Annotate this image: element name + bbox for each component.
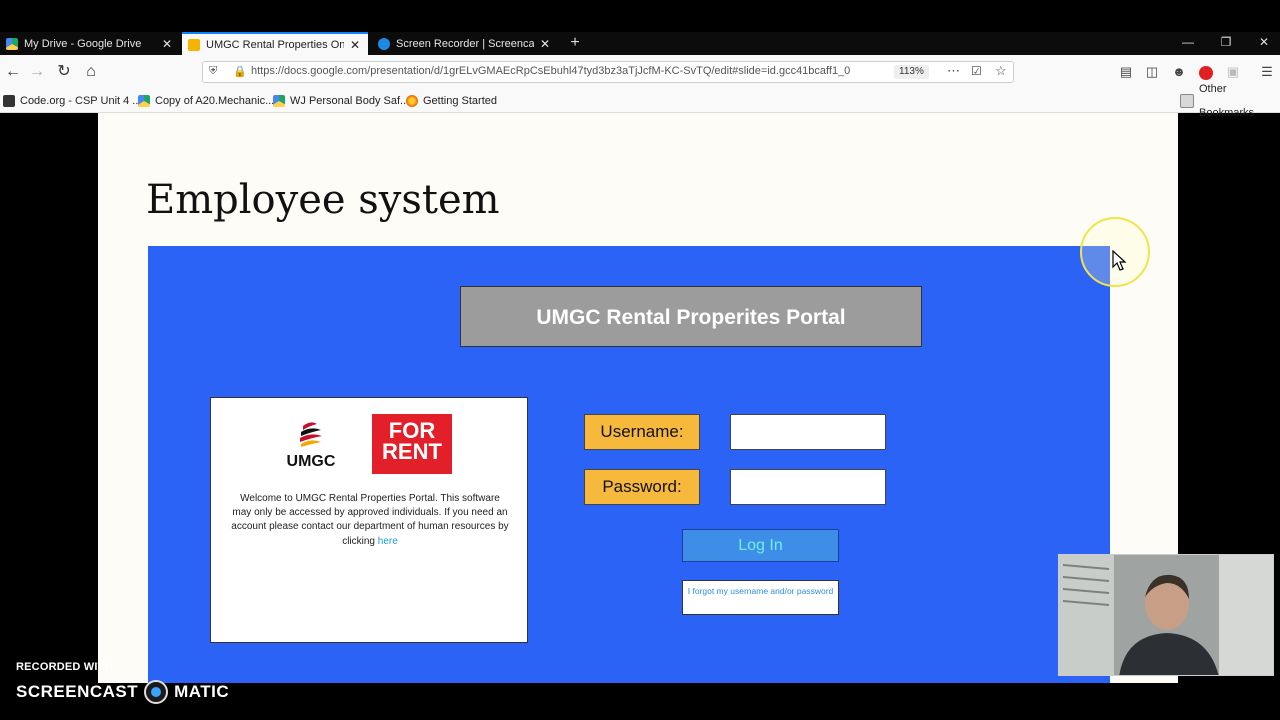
svg-text:UMGC: UMGC: [287, 453, 336, 470]
forward-icon[interactable]: →: [24, 55, 50, 89]
google-drive-icon: [6, 37, 18, 50]
tab-label: UMGC Rental Properties Online: [206, 38, 344, 51]
new-tab-button[interactable]: +: [566, 32, 584, 55]
zoom-level[interactable]: 113%: [894, 65, 929, 79]
bookmark-label: Getting Started: [423, 95, 497, 107]
bookmark-item[interactable]: WJ Personal Body Saf...: [273, 89, 409, 113]
login-button[interactable]: Log In: [682, 529, 839, 562]
library-icon[interactable]: ▤: [1116, 55, 1136, 89]
back-icon[interactable]: ←: [0, 55, 26, 89]
close-icon[interactable]: ✕: [160, 37, 174, 51]
navigation-bar: ← → ↻ ⌂ ⛨ 🔒 https://docs.google.com/pres…: [0, 55, 1280, 89]
firefox-icon: [406, 95, 418, 107]
screencast-watermark: SCREENCAST MATIC: [16, 680, 229, 704]
portal-header: UMGC Rental Properites Portal: [460, 286, 922, 347]
for-rent-sign: FOR RENT: [372, 414, 452, 474]
brand-right-text: MATIC: [174, 682, 230, 701]
brand-left-text: SCREENCAST: [16, 682, 139, 701]
hr-contact-link[interactable]: here: [378, 536, 398, 547]
password-label: Password:: [584, 469, 700, 505]
google-drive-icon: [273, 95, 285, 107]
google-drive-icon: [138, 95, 150, 107]
bookmarks-bar: Code.org - CSP Unit 4 ... Copy of A20.Me…: [0, 83, 1280, 119]
close-icon[interactable]: ✕: [538, 37, 552, 51]
rent-sign-line: FOR: [388, 418, 436, 443]
password-field[interactable]: [730, 469, 886, 505]
recorded-with-label: RECORDED WITH: [16, 661, 113, 673]
bookmark-item[interactable]: Getting Started: [406, 89, 497, 113]
bookmark-item[interactable]: Copy of A20.Mechanic...: [138, 89, 274, 113]
record-icon: [144, 680, 169, 704]
minimize-button[interactable]: —: [1174, 32, 1202, 52]
webcam-overlay: [1058, 554, 1274, 676]
rent-sign-line: RENT: [382, 439, 442, 464]
home-icon[interactable]: ⌂: [78, 55, 104, 89]
tab-bar: My Drive - Google Drive ✕ UMGC Rental Pr…: [0, 32, 1280, 55]
welcome-message: Welcome to UMGC Rental Properties Portal…: [231, 493, 509, 547]
close-icon[interactable]: ✕: [348, 38, 362, 52]
username-label: Username:: [584, 414, 700, 450]
reload-icon[interactable]: ↻: [51, 55, 77, 89]
mouse-pointer-icon: [1112, 250, 1127, 271]
other-bookmarks[interactable]: Other Bookmarks: [1180, 83, 1280, 119]
shield-icon[interactable]: ⛨: [209, 65, 217, 78]
sidebar-icon[interactable]: ◫: [1142, 55, 1162, 89]
slide-title: Employee system: [146, 177, 500, 223]
url-text[interactable]: https://docs.google.com/presentation/d/1…: [251, 65, 861, 77]
window-close-button[interactable]: ✕: [1250, 32, 1278, 52]
bookmark-item[interactable]: Code.org - CSP Unit 4 ...: [3, 89, 141, 113]
tab-google-drive[interactable]: My Drive - Google Drive ✕: [0, 32, 180, 55]
bookmark-label: WJ Personal Body Saf...: [290, 95, 410, 107]
info-card: UMGC FOR RENT Welcome to UMGC Rental Pro…: [210, 397, 528, 643]
more-actions-icon[interactable]: ⋯: [947, 63, 960, 79]
code-org-icon: [3, 95, 15, 107]
bookmark-label: Copy of A20.Mechanic...: [155, 95, 275, 107]
bookmark-star-icon[interactable]: ☆: [995, 63, 1007, 79]
forgot-credentials-button[interactable]: I forgot my username and/or password: [682, 580, 839, 615]
pocket-icon[interactable]: ☑: [971, 64, 982, 78]
screencast-icon: [378, 37, 390, 50]
tab-label: Screen Recorder | Screencast-O: [396, 37, 534, 50]
umgc-logo: UMGC: [287, 422, 336, 470]
account-icon[interactable]: ☻: [1169, 55, 1189, 89]
tab-label: My Drive - Google Drive: [24, 37, 142, 50]
slide-canvas: Employee system UMGC Rental Properites P…: [98, 113, 1178, 683]
tab-umgc-rental[interactable]: UMGC Rental Properties Online ✕: [182, 32, 368, 55]
username-field[interactable]: [730, 414, 886, 450]
other-bookmarks-label: Other Bookmarks: [1199, 83, 1255, 119]
lock-icon[interactable]: 🔒: [233, 65, 247, 78]
top-bar: [0, 0, 1280, 32]
google-slides-icon: [188, 38, 200, 51]
url-bar[interactable]: ⛨ 🔒 https://docs.google.com/presentation…: [202, 61, 1014, 83]
tab-screen-recorder[interactable]: Screen Recorder | Screencast-O ✕: [372, 32, 558, 55]
restore-button[interactable]: ❐: [1212, 32, 1240, 52]
webcam-person-image: [1059, 555, 1273, 675]
bookmark-label: Code.org - CSP Unit 4 ...: [20, 95, 142, 107]
login-panel: UMGC Rental Properites Portal UMGC FOR R…: [148, 246, 1110, 683]
welcome-text: Welcome to UMGC Rental Properties Portal…: [231, 492, 509, 549]
folder-icon: [1180, 94, 1194, 108]
